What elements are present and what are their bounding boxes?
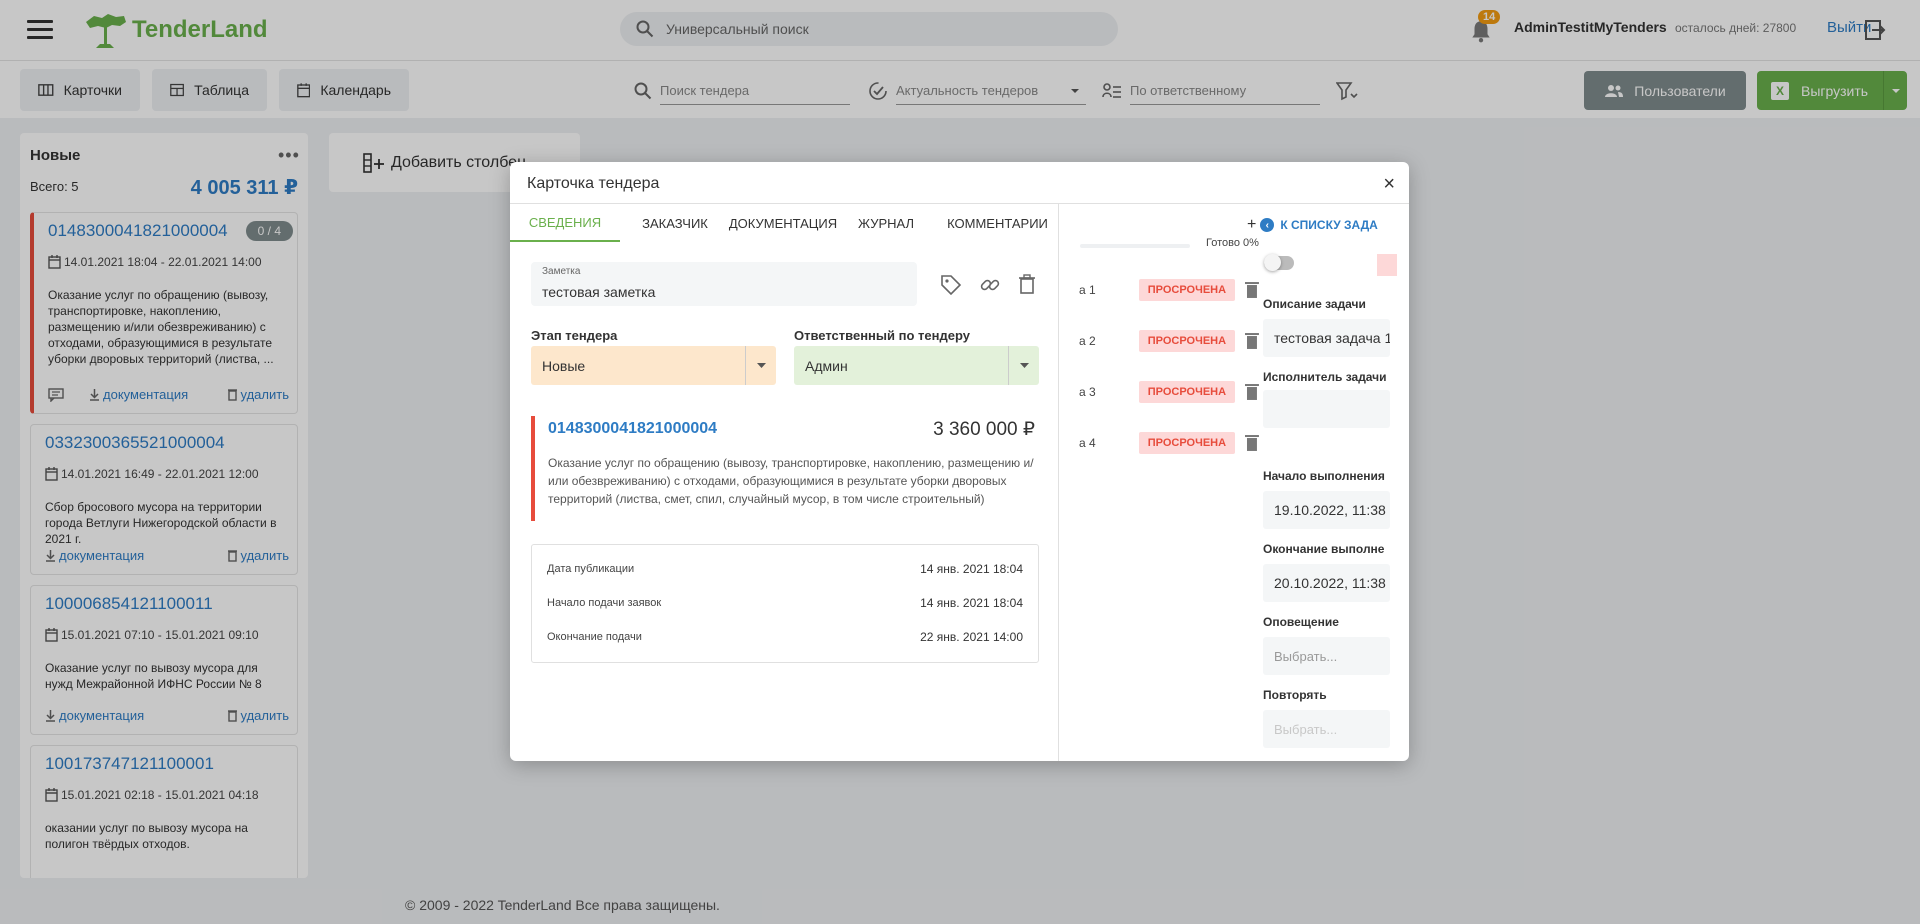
task-name[interactable]: а 1 <box>1079 283 1139 297</box>
date-label: Дата публикации <box>547 563 635 575</box>
status-badge: ПРОСРОЧЕНА <box>1138 330 1236 352</box>
task-done-toggle[interactable] <box>1264 254 1294 271</box>
date-value: 22 янв. 2021 14:00 <box>920 630 1023 644</box>
task-executor-field[interactable] <box>1263 390 1390 428</box>
trash-icon[interactable] <box>1245 281 1259 299</box>
task-row[interactable]: а 3 ПРОСРОЧЕНА <box>1079 380 1259 404</box>
back-to-tasks-label: К СПИСКУ ЗАДА <box>1280 218 1378 232</box>
note-field[interactable]: Заметка тестовая заметка <box>531 262 917 306</box>
task-end-label: Окончание выполне <box>1263 542 1385 556</box>
note-value[interactable]: тестовая заметка <box>542 284 655 300</box>
tab-info[interactable]: Сведения <box>510 204 620 242</box>
task-row[interactable]: а 4 ПРОСРОЧЕНА <box>1079 431 1259 455</box>
trash-icon[interactable] <box>1245 434 1259 452</box>
date-row: Дата публикации 14 янв. 2021 18:04 <box>547 559 1023 579</box>
stage-label: Этап тендера <box>531 328 618 343</box>
progress-text: Готово 0% <box>1206 237 1259 249</box>
date-row: Окончание подачи 22 янв. 2021 14:00 <box>547 627 1023 647</box>
repeat-select[interactable]: Выбрать... <box>1263 710 1390 748</box>
chevron-down-icon <box>756 363 766 368</box>
repeat-label: Повторять <box>1263 688 1327 702</box>
tender-description: Оказание услуг по обращению (вывозу, тра… <box>548 456 1034 506</box>
tab-journal[interactable]: Журнал <box>836 204 936 242</box>
date-value: 14 янв. 2021 18:04 <box>920 562 1023 576</box>
link-icon[interactable] <box>979 274 1001 296</box>
task-start-label: Начало выполнения <box>1263 469 1385 483</box>
close-icon[interactable]: × <box>1383 173 1395 196</box>
tender-summary: 0148300041821000004 3 360 000 ₽ Оказание… <box>531 416 1039 521</box>
tag-icon[interactable] <box>940 274 962 296</box>
tender-number[interactable]: 0148300041821000004 <box>548 420 717 438</box>
date-label: Окончание подачи <box>547 631 642 643</box>
status-badge: ПРОСРОЧЕНА <box>1138 279 1236 301</box>
task-name[interactable]: а 3 <box>1079 385 1139 399</box>
trash-icon[interactable] <box>1245 383 1259 401</box>
trash-icon[interactable] <box>1245 332 1259 350</box>
progress-bar <box>1080 244 1190 248</box>
tender-price: 3 360 000 ₽ <box>933 419 1035 440</box>
responsible-label: Ответственный по тендеру <box>794 328 970 343</box>
tender-dates: Дата публикации 14 янв. 2021 18:04 Начал… <box>531 544 1039 663</box>
responsible-select[interactable]: Админ <box>794 346 1039 385</box>
date-value: 14 янв. 2021 18:04 <box>920 596 1023 610</box>
modal-title: Карточка тендера <box>527 175 660 192</box>
status-badge: ПРОСРОЧЕНА <box>1138 381 1236 403</box>
status-badge <box>1377 254 1397 276</box>
modal-header: Карточка тендера × <box>510 162 1409 204</box>
stage-dropdown[interactable] <box>745 346 776 385</box>
task-row[interactable]: а 2 ПРОСРОЧЕНА <box>1079 329 1259 353</box>
trash-icon[interactable] <box>1018 274 1036 294</box>
task-start-field[interactable]: 19.10.2022, 11:38 <box>1263 491 1390 529</box>
stage-value: Новые <box>542 357 586 374</box>
chevron-down-icon <box>1019 363 1029 368</box>
task-description-field[interactable]: тестовая задача 1 <box>1263 319 1390 357</box>
task-row[interactable]: а 1 ПРОСРОЧЕНА <box>1079 278 1259 302</box>
task-name[interactable]: а 2 <box>1079 334 1139 348</box>
notify-select[interactable]: Выбрать... <box>1263 637 1390 675</box>
tab-comments[interactable]: Комментарии <box>936 204 1059 242</box>
plus-icon[interactable]: + <box>1247 216 1256 234</box>
back-to-tasks-link[interactable]: + ‹ К СПИСКУ ЗАДА <box>1247 216 1378 234</box>
note-label: Заметка <box>542 266 581 277</box>
stage-select[interactable]: Новые <box>531 346 776 385</box>
task-description-label: Описание задачи <box>1263 297 1366 311</box>
tasks-pane: + ‹ К СПИСКУ ЗАДА Готово 0% а 1 ПРОСРОЧЕ… <box>1060 204 1409 761</box>
back-arrow-icon: ‹ <box>1260 218 1275 232</box>
responsible-dropdown[interactable] <box>1008 346 1039 385</box>
notify-label: Оповещение <box>1263 615 1339 629</box>
status-badge: ПРОСРОЧЕНА <box>1138 432 1236 454</box>
tab-customer[interactable]: Заказчик <box>620 204 730 242</box>
tab-documentation[interactable]: Документация <box>729 204 837 242</box>
tender-card-modal: Карточка тендера × Сведения Заказчик Док… <box>510 162 1409 761</box>
note-actions <box>940 274 1036 296</box>
task-executor-label: Исполнитель задачи <box>1263 370 1387 384</box>
task-end-field[interactable]: 20.10.2022, 11:38 <box>1263 564 1390 602</box>
tender-details-pane: Сведения Заказчик Документация Журнал Ко… <box>510 204 1059 761</box>
responsible-value: Админ <box>805 357 848 374</box>
date-label: Начало подачи заявок <box>547 597 662 609</box>
task-name[interactable]: а 4 <box>1079 436 1139 450</box>
modal-tabs: Сведения Заказчик Документация Журнал Ко… <box>510 204 1059 242</box>
date-row: Начало подачи заявок 14 янв. 2021 18:04 <box>547 593 1023 613</box>
